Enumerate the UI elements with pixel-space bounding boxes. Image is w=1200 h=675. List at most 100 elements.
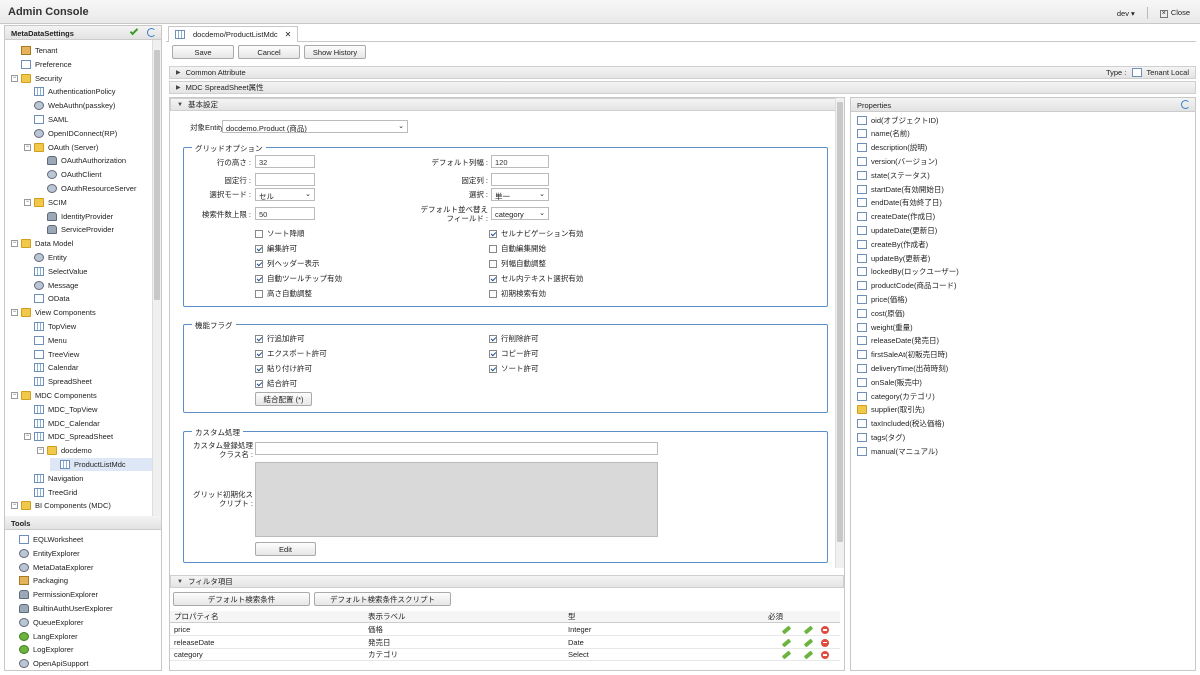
tool-item[interactable]: MetaDataExplorer <box>19 561 93 574</box>
expand-toggle-icon[interactable]: − <box>11 392 18 399</box>
tree-item[interactable]: SpreadSheet <box>24 375 92 388</box>
fixed-row-input[interactable] <box>255 173 315 186</box>
tree-item[interactable]: Preference <box>11 58 72 71</box>
user-menu[interactable]: dev ▾ <box>1117 9 1135 18</box>
property-item[interactable]: supplier(取引先) <box>857 404 925 416</box>
tool-item[interactable]: EQLWorksheet <box>19 533 83 546</box>
property-item[interactable]: oid(オブジェクトID) <box>857 114 939 126</box>
checkbox-box[interactable] <box>255 244 263 253</box>
tree-item[interactable]: Navigation <box>24 472 83 485</box>
tree-item[interactable]: − MDC Components <box>11 389 97 402</box>
tree-item[interactable]: SAML <box>24 113 68 126</box>
edit-pencil-icon[interactable] <box>781 638 792 647</box>
checkbox-box[interactable] <box>255 349 263 358</box>
tree-item[interactable]: − SCIM <box>24 196 67 209</box>
tree-item[interactable]: TopView <box>24 320 76 333</box>
tool-item[interactable]: BuiltinAuthUserExplorer <box>19 602 113 615</box>
checkbox-box[interactable] <box>489 259 497 268</box>
checkbox-flag_checks-0[interactable]: 行追加許可 <box>255 333 305 344</box>
tool-item[interactable]: QueueExplorer <box>19 616 83 629</box>
checkbox-box[interactable] <box>255 289 263 298</box>
tool-item[interactable]: PermissionExplorer <box>19 588 98 601</box>
tool-item[interactable]: Packaging <box>19 574 68 587</box>
expand-toggle-icon[interactable]: − <box>37 447 44 455</box>
checkbox-grid_checks-7[interactable]: セル内テキスト選択有効 <box>489 273 583 284</box>
checkbox-grid_checks-8[interactable]: 高さ自動調整 <box>255 288 312 299</box>
tree-item[interactable]: OData <box>24 292 70 305</box>
edit-pencil-icon[interactable] <box>781 625 792 635</box>
tree-item[interactable]: WebAuthn(passkey) <box>24 99 115 112</box>
tree-item[interactable]: OAuthResourceServer <box>37 182 136 195</box>
check-icon[interactable] <box>129 26 139 36</box>
checkbox-grid_checks-0[interactable]: ソート降順 <box>255 228 305 239</box>
property-item[interactable]: updateDate(更新日) <box>857 224 937 236</box>
select-mode-select[interactable]: セル ⌄ <box>255 188 315 201</box>
grid-script-textarea[interactable] <box>255 462 658 537</box>
cancel-button[interactable]: Cancel <box>238 45 300 59</box>
checkbox-box[interactable] <box>489 364 497 373</box>
checkbox-box[interactable] <box>255 364 263 373</box>
default-sort-select[interactable]: category ⌄ <box>491 207 549 220</box>
checkbox-box[interactable] <box>489 274 497 283</box>
tree-item[interactable]: TreeGrid <box>24 486 77 499</box>
tree-item[interactable]: MDC_Calendar <box>24 417 100 430</box>
search-limit-input[interactable]: 50 <box>255 207 315 220</box>
property-item[interactable]: deliveryTime(出荷時刻) <box>857 362 948 374</box>
tree-item[interactable]: OAuthAuthorization <box>37 154 126 167</box>
refresh-icon[interactable] <box>147 28 156 37</box>
tree-item[interactable]: − BI Components (MDC) <box>11 499 111 512</box>
property-item[interactable]: cost(原価) <box>857 307 905 319</box>
property-item[interactable]: weight(重量) <box>857 321 913 333</box>
checkbox-box[interactable] <box>489 244 497 253</box>
main-scrollbar-thumb[interactable] <box>837 102 843 542</box>
checkbox-grid_checks-9[interactable]: 初期検索有効 <box>489 288 546 299</box>
checkbox-box[interactable] <box>255 259 263 268</box>
property-item[interactable]: taxIncluded(税込価格) <box>857 418 944 430</box>
tree-scrollbar-thumb[interactable] <box>154 50 160 300</box>
expand-toggle-icon[interactable]: − <box>24 143 31 151</box>
checkbox-grid_checks-6[interactable]: 自動ツールチップ有効 <box>255 273 342 284</box>
tool-item[interactable]: LangExplorer <box>19 630 78 643</box>
tree-item[interactable]: ProductListMdc <box>50 458 153 471</box>
property-item[interactable]: onSale(販売中) <box>857 376 922 388</box>
checkbox-box[interactable] <box>489 334 497 343</box>
property-item[interactable]: tags(タグ) <box>857 431 905 443</box>
checkbox-box[interactable] <box>489 349 497 358</box>
tree-item[interactable]: ServiceProvider <box>37 223 114 236</box>
basic-settings-header[interactable]: ▼ 基本設定 <box>170 98 844 111</box>
tool-item[interactable]: LogExplorer <box>19 643 73 656</box>
tool-item[interactable]: EntityExplorer <box>19 547 80 560</box>
table-row[interactable]: category カテゴリ Select <box>170 649 840 661</box>
checkbox-grid_checks-3[interactable]: 自動編集開始 <box>489 243 546 254</box>
property-item[interactable]: updateBy(更新者) <box>857 252 930 264</box>
tree-item[interactable]: MDC_TopView <box>24 403 97 416</box>
property-item[interactable]: state(ステータス) <box>857 169 930 181</box>
tree-item[interactable]: Entity <box>24 251 67 264</box>
checkbox-box[interactable] <box>255 334 263 343</box>
checkbox-box[interactable] <box>255 274 263 283</box>
expand-toggle-icon[interactable]: − <box>11 240 18 248</box>
expand-toggle-icon[interactable]: − <box>24 198 31 206</box>
tree-item[interactable]: − MDC_SpreadSheet <box>24 430 113 443</box>
main-scrollbar[interactable] <box>835 98 844 568</box>
tree-item[interactable]: − docdemo <box>37 444 92 457</box>
tree-item[interactable]: − View Components <box>11 306 96 319</box>
tree-item[interactable]: OpenIDConnect(RP) <box>24 127 117 140</box>
filter-section-header[interactable]: ▼ フィルタ項目 <box>170 575 844 588</box>
checkbox-flag_checks-5[interactable]: ソート許可 <box>489 363 539 374</box>
expand-toggle-icon[interactable]: − <box>11 309 18 317</box>
save-button[interactable]: Save <box>172 45 234 59</box>
expand-toggle-icon[interactable]: − <box>11 502 18 510</box>
property-item[interactable]: name(名前) <box>857 128 910 140</box>
table-row[interactable]: price 価格 Integer <box>170 624 840 636</box>
common-attribute-section[interactable]: ▶ Common Attribute Type : Tenant Local <box>169 66 1196 79</box>
tree-scrollbar[interactable] <box>152 40 161 516</box>
tree-item[interactable]: TreeView <box>24 348 79 361</box>
property-item[interactable]: startDate(有効開始日) <box>857 183 944 195</box>
tree-item[interactable]: − Security <box>11 72 62 85</box>
edit-pencil-icon[interactable] <box>781 650 792 660</box>
property-item[interactable]: releaseDate(発売日) <box>857 335 939 347</box>
custom-class-input[interactable] <box>255 442 658 455</box>
property-item[interactable]: version(バージョン) <box>857 155 938 167</box>
mdc-attr-section[interactable]: ▶ MDC SpreadSheet属性 <box>169 81 1196 94</box>
